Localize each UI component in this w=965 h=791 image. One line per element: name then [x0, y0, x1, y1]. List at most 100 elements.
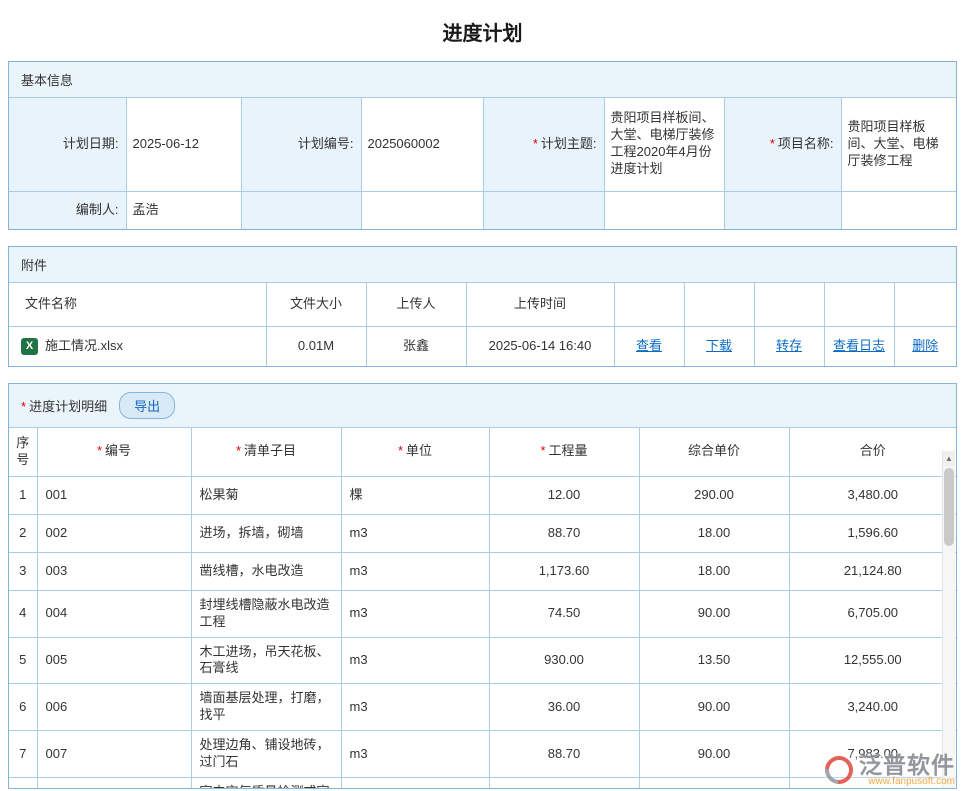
creator-label-text: 编制人: — [76, 202, 119, 217]
basic-info-header: 基本信息 — [9, 62, 956, 98]
basic-info-table: 计划日期: 2025-06-12 计划编号: 2025060002 *计划主题:… — [9, 98, 956, 229]
plan-no-value: 2025060002 — [361, 98, 483, 191]
details-header-row: 序号*编号*清单子目*单位*工程量综合单价合价 — [9, 428, 956, 476]
cell-index: 1 — [9, 476, 37, 514]
project-name-label: *项目名称: — [724, 98, 841, 191]
basic-info-row-1: 计划日期: 2025-06-12 计划编号: 2025060002 *计划主题:… — [9, 98, 956, 191]
attachments-panel: 附件 文件名称 文件大小 上传人 上传时间 X施工情况.xlsx0.01M张鑫2… — [8, 246, 957, 367]
cell-code: 004 — [37, 590, 191, 637]
required-mark: * — [97, 443, 102, 458]
attachments-header-row: 文件名称 文件大小 上传人 上传时间 — [9, 283, 956, 326]
plan-no-label-text: 计划编号: — [298, 136, 354, 151]
cell-quantity: 1,173.60 — [489, 552, 639, 590]
cell-quantity: 36.00 — [489, 684, 639, 731]
attachment-action-download[interactable]: 下载 — [706, 338, 732, 353]
cell-quantity: 74.50 — [489, 590, 639, 637]
cell-index: 8 — [9, 777, 37, 789]
col-file-name: 文件名称 — [9, 283, 266, 326]
plan-subject-label-text: 计划主题: — [541, 136, 597, 151]
col-action-empty — [894, 283, 956, 326]
cell-unit: m3 — [341, 684, 489, 731]
details-row: 7007处理边角、铺设地砖，过门石m388.7090.007,983.00 — [9, 731, 956, 778]
details-body: 1001松果菊棵12.00290.003,480.002002进场，拆墙，砌墙m… — [9, 476, 956, 789]
details-row: 3003凿线槽，水电改造m31,173.6018.0021,124.80 — [9, 552, 956, 590]
col-action-empty — [684, 283, 754, 326]
cell-total: 3,240.00 — [789, 684, 956, 731]
cell-total: 21,124.80 — [789, 552, 956, 590]
attachment-action-delete[interactable]: 删除 — [912, 338, 938, 353]
col-file-size: 文件大小 — [266, 283, 366, 326]
scrollbar-thumb[interactable] — [944, 468, 954, 546]
cell-total: 1,596.60 — [789, 514, 956, 552]
cell-code: 003 — [37, 552, 191, 590]
details-col-index: 序号 — [9, 428, 37, 476]
project-name-label-text: 项目名称: — [778, 136, 834, 151]
plan-date-label-text: 计划日期: — [63, 136, 119, 151]
details-col-unit: *单位 — [341, 428, 489, 476]
attachment-action-transfer[interactable]: 转存 — [776, 338, 802, 353]
col-action-empty — [824, 283, 894, 326]
scroll-up-icon[interactable]: ▲ — [943, 451, 955, 466]
cell-unit-price: 290.00 — [639, 476, 789, 514]
details-row: 5005木工进场，吊天花板、石膏线m3930.0013.5012,555.00 — [9, 637, 956, 684]
details-scrollbar[interactable]: ▲ — [942, 451, 955, 788]
file-name-text: 施工情况.xlsx — [45, 338, 123, 353]
col-action-empty — [614, 283, 684, 326]
cell-unit-price: 90.00 — [639, 731, 789, 778]
empty-label-cell — [241, 191, 361, 229]
cell-total: 3,480.00 — [789, 476, 956, 514]
required-mark: * — [236, 443, 241, 458]
required-mark: * — [540, 443, 545, 458]
attachments-header: 附件 — [9, 247, 956, 283]
cell-unit-price: 500.00 — [639, 777, 789, 789]
details-panel: *进度计划明细 导出 序号*编号*清单子目*单位*工程量综合单价合价 1001松… — [8, 383, 957, 789]
empty-label-cell — [483, 191, 604, 229]
creator-value: 孟浩 — [126, 191, 241, 229]
details-row: 2002进场，拆墙，砌墙m388.7018.001,596.60 — [9, 514, 956, 552]
cell-unit-price: 90.00 — [639, 684, 789, 731]
cell-item: 凿线槽，水电改造 — [191, 552, 341, 590]
details-col-unit-price: 综合单价 — [639, 428, 789, 476]
empty-label-cell — [724, 191, 841, 229]
attachment-file-size: 0.01M — [266, 326, 366, 366]
cell-code: 001 — [37, 476, 191, 514]
export-button[interactable]: 导出 — [119, 392, 175, 419]
page-title: 进度计划 — [0, 0, 965, 61]
cell-code: 002 — [37, 514, 191, 552]
cell-index: 6 — [9, 684, 37, 731]
col-action-empty — [754, 283, 824, 326]
cell-unit: m3 — [341, 590, 489, 637]
plan-subject-value: 贵阳项目样板间、大堂、电梯厅装修工程2020年4月份进度计划 — [604, 98, 724, 191]
required-mark: * — [533, 136, 538, 151]
cell-quantity: 12.00 — [489, 476, 639, 514]
attachment-action-cell: 转存 — [754, 326, 824, 366]
cell-item: 封埋线槽隐蔽水电改造工程 — [191, 590, 341, 637]
plan-date-label: 计划日期: — [9, 98, 126, 191]
empty-value-cell — [604, 191, 724, 229]
col-uploader: 上传人 — [366, 283, 466, 326]
attachment-action-view[interactable]: 查看 — [636, 338, 662, 353]
cell-index: 7 — [9, 731, 37, 778]
cell-unit-price: 13.50 — [639, 637, 789, 684]
attachment-uploader: 张鑫 — [366, 326, 466, 366]
attachment-action-view-log[interactable]: 查看日志 — [833, 338, 885, 353]
cell-code: 007 — [37, 731, 191, 778]
details-row: 8008室内空气质量检测或室内空气污染综合治理；m315.50500.007,7… — [9, 777, 956, 789]
required-mark: * — [770, 136, 775, 151]
empty-value-cell — [841, 191, 956, 229]
details-col-code: *编号 — [37, 428, 191, 476]
cell-index: 5 — [9, 637, 37, 684]
cell-unit: m3 — [341, 514, 489, 552]
details-title-text: 进度计划明细 — [29, 399, 107, 414]
cell-unit-price: 18.00 — [639, 514, 789, 552]
cell-item: 松果菊 — [191, 476, 341, 514]
details-col-item: *清单子目 — [191, 428, 341, 476]
cell-quantity: 15.50 — [489, 777, 639, 789]
plan-date-value: 2025-06-12 — [126, 98, 241, 191]
cell-code: 005 — [37, 637, 191, 684]
details-row: 1001松果菊棵12.00290.003,480.00 — [9, 476, 956, 514]
cell-index: 4 — [9, 590, 37, 637]
basic-info-panel: 基本信息 计划日期: 2025-06-12 计划编号: 2025060002 *… — [8, 61, 957, 230]
cell-quantity: 88.70 — [489, 514, 639, 552]
cell-quantity: 88.70 — [489, 731, 639, 778]
